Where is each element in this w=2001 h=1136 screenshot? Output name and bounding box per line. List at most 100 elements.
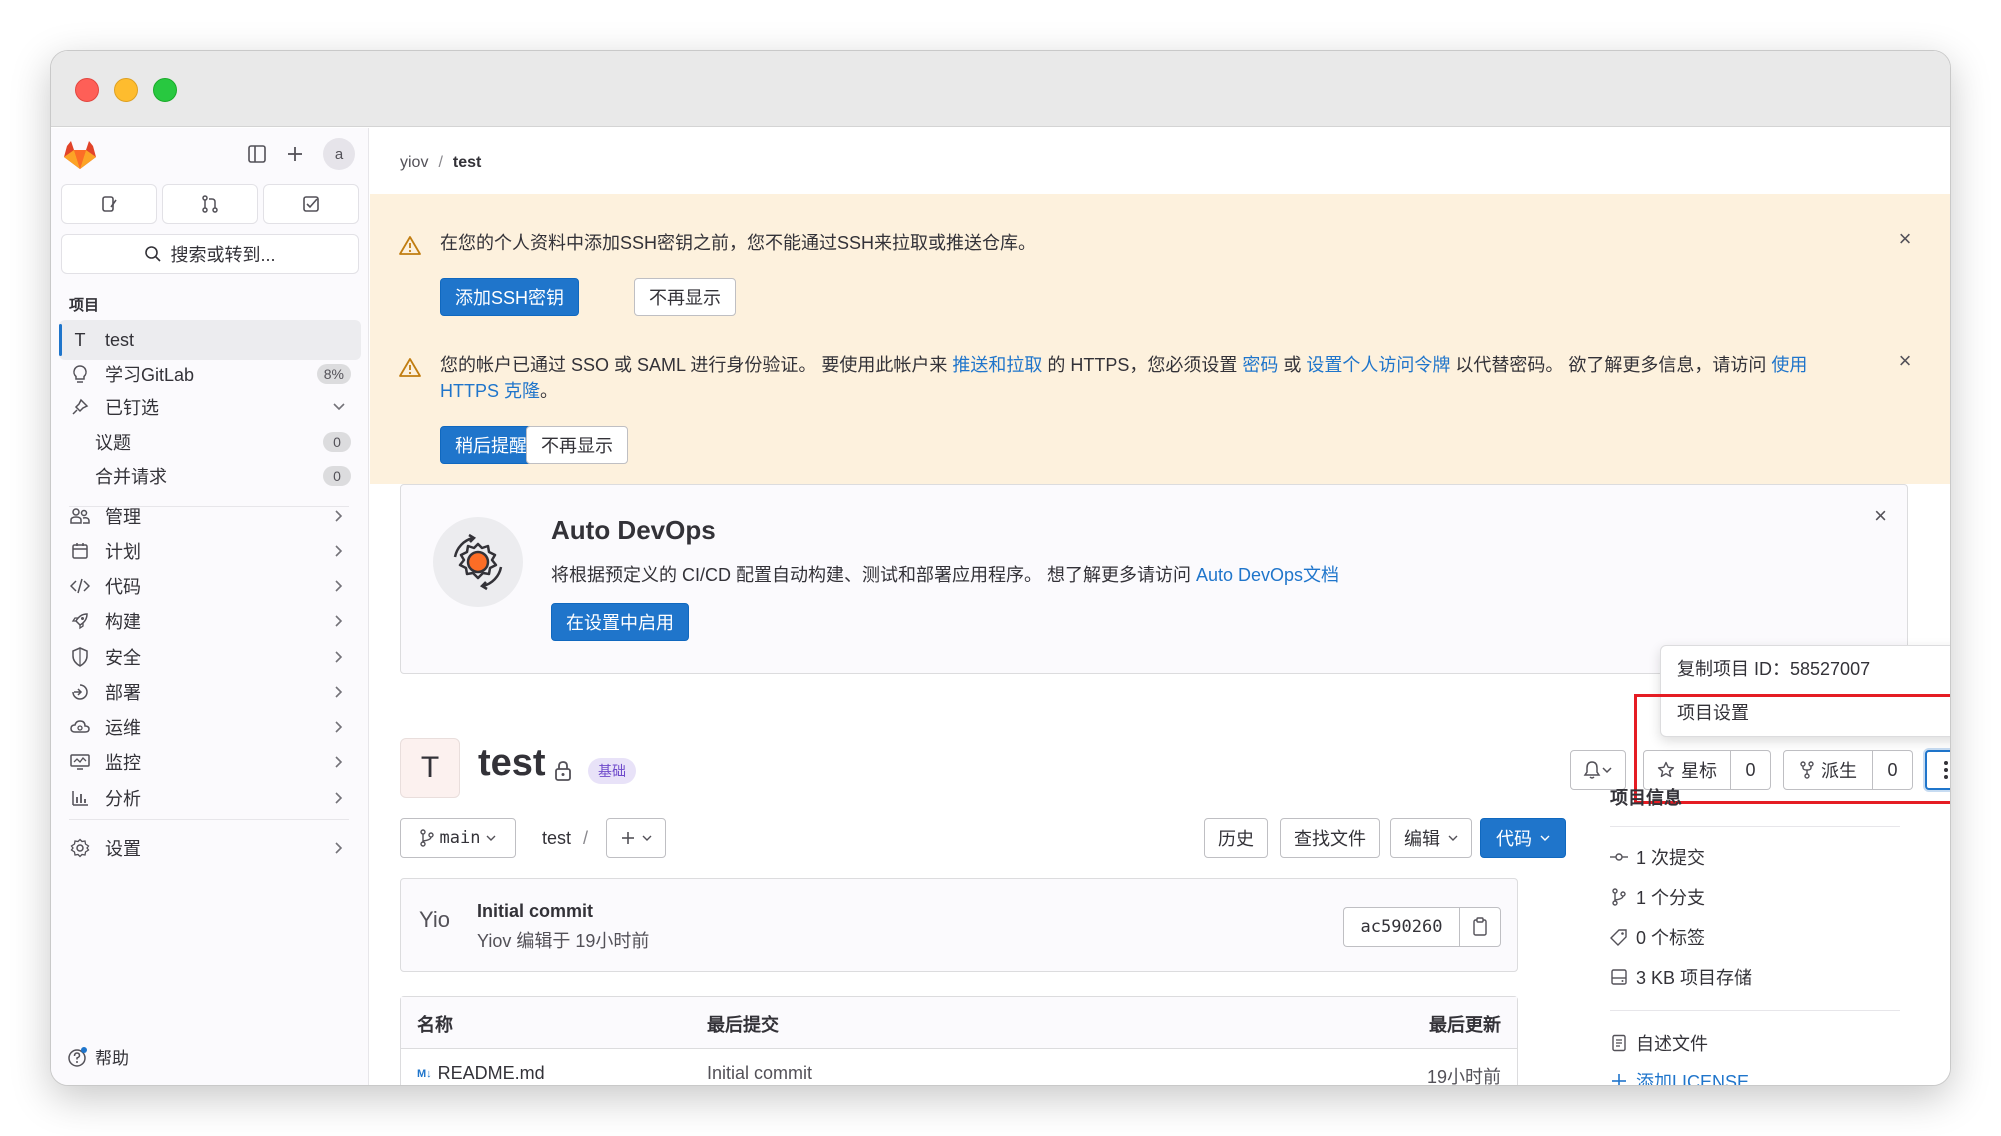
zoom-window-button[interactable] bbox=[153, 78, 177, 102]
help-icon bbox=[68, 1046, 87, 1067]
add-to-tree-dropdown[interactable] bbox=[606, 818, 666, 858]
commit-sha[interactable]: ac590260 bbox=[1343, 907, 1459, 947]
chevron-right-icon bbox=[331, 721, 347, 733]
commits-link[interactable]: 1 次提交 bbox=[1610, 844, 1705, 870]
devops-docs-link[interactable]: Auto DevOps文档 bbox=[1196, 565, 1339, 585]
branch-icon bbox=[419, 829, 434, 847]
sidebar-item-label: 合并请求 bbox=[95, 467, 167, 487]
storage-icon bbox=[1611, 969, 1627, 985]
storage-link[interactable]: 3 KB 项目存储 bbox=[1610, 964, 1752, 990]
help-label: 帮助 bbox=[95, 1049, 129, 1068]
sidebar-item-label: 安全 bbox=[105, 648, 141, 668]
file-last-commit[interactable]: Initial commit bbox=[707, 1063, 812, 1084]
code-dropdown[interactable]: 代码 bbox=[1480, 818, 1566, 858]
user-avatar[interactable]: a bbox=[323, 138, 355, 170]
todos-shortcut-button[interactable] bbox=[263, 184, 359, 224]
code-icon bbox=[69, 575, 91, 597]
edit-dropdown[interactable]: 编辑 bbox=[1390, 818, 1472, 858]
sidebar-item-merge-requests[interactable]: 合并请求 0 bbox=[59, 456, 361, 496]
close-icon[interactable]: × bbox=[1896, 228, 1914, 250]
storage-size: 3 KB 项目存储 bbox=[1636, 968, 1753, 988]
sidebar-item-label: 学习GitLab bbox=[105, 365, 195, 385]
sidebar-item-analyze[interactable]: 分析 bbox=[59, 778, 361, 818]
progress-badge: 8% bbox=[316, 364, 351, 384]
todo-icon bbox=[303, 196, 319, 212]
chevron-right-icon bbox=[331, 686, 347, 698]
breadcrumb-group-link[interactable]: yiov bbox=[400, 154, 428, 172]
browser-window: a 搜索或转到... 项目 T test 学习GitLab 8% 已钉选 议题 … bbox=[50, 50, 1951, 1086]
history-button[interactable]: 历史 bbox=[1204, 818, 1268, 858]
file-name[interactable]: README.md bbox=[438, 1063, 545, 1084]
sidebar-item-label: 构建 bbox=[105, 612, 141, 632]
branches-link[interactable]: 1 个分支 bbox=[1610, 884, 1705, 910]
sidebar-item-operate[interactable]: 运维 bbox=[59, 707, 361, 747]
search-label: 搜索或转到... bbox=[170, 245, 276, 265]
add-license-link[interactable]: 添加LICENSE bbox=[1610, 1068, 1749, 1085]
devops-description: 将根据预定义的 CI/CD 配置自动构建、测试和部署应用程序。 想了解更多请访问… bbox=[551, 561, 1339, 587]
push-pull-link[interactable]: 推送和拉取 bbox=[952, 355, 1042, 375]
sidebar-item-security[interactable]: 安全 bbox=[59, 637, 361, 677]
sidebar-item-plan[interactable]: 计划 bbox=[59, 531, 361, 571]
copy-project-id-item[interactable]: 复制项目 ID：58527007 bbox=[1661, 646, 1950, 690]
sidebar-item-pinned[interactable]: 已钉选 bbox=[59, 387, 361, 427]
code-label: 代码 bbox=[1496, 829, 1532, 849]
readme-link[interactable]: 自述文件 bbox=[1610, 1030, 1708, 1056]
sidebar-item-monitor[interactable]: 监控 bbox=[59, 742, 361, 782]
password-link[interactable]: 密码 bbox=[1242, 355, 1278, 375]
chevron-right-icon bbox=[331, 651, 347, 663]
project-title: test bbox=[478, 742, 546, 784]
project-avatar: T bbox=[400, 738, 460, 798]
breadcrumb: yiov / test bbox=[400, 154, 481, 172]
plus-icon[interactable] bbox=[279, 138, 311, 170]
commit-meta: Yiov 编辑于 19小时前 bbox=[477, 931, 650, 951]
sidebar-item-code[interactable]: 代码 bbox=[59, 566, 361, 606]
gitlab-logo-icon[interactable] bbox=[63, 138, 97, 170]
find-file-button[interactable]: 查找文件 bbox=[1280, 818, 1380, 858]
sidebar-item-deploy[interactable]: 部署 bbox=[59, 672, 361, 712]
sidebar: a 搜索或转到... 项目 T test 学习GitLab 8% 已钉选 议题 … bbox=[51, 128, 369, 1085]
close-icon[interactable]: × bbox=[1874, 503, 1887, 529]
help-button[interactable]: 帮助 bbox=[67, 1044, 129, 1069]
tag-icon bbox=[1610, 929, 1627, 946]
alert-message: 您的帐户已通过 SSO 或 SAML 进行身份验证。 要使用此帐户来 推送和拉取… bbox=[440, 352, 1860, 404]
dont-show-again-button[interactable]: 不再显示 bbox=[634, 278, 736, 316]
breadcrumb-project-link[interactable]: test bbox=[453, 154, 481, 172]
branch-selector[interactable]: main bbox=[400, 818, 516, 858]
dont-show-again-button[interactable]: 不再显示 bbox=[526, 426, 628, 464]
sidebar-item-label: 监控 bbox=[105, 753, 141, 773]
main-content: yiov / test 在您的个人资料中添加SSH密钥之前，您不能通过SSH来拉… bbox=[370, 128, 1950, 1085]
plus-icon bbox=[622, 832, 634, 844]
minimize-window-button[interactable] bbox=[114, 78, 138, 102]
monitor-icon bbox=[69, 751, 91, 773]
repo-path-link[interactable]: test bbox=[542, 828, 571, 849]
branch-icon bbox=[1612, 888, 1626, 906]
copy-sha-button[interactable] bbox=[1459, 907, 1501, 947]
close-icon[interactable]: × bbox=[1896, 350, 1914, 372]
lightbulb-icon bbox=[69, 363, 91, 385]
column-header-last-commit: 最后提交 bbox=[707, 1015, 779, 1035]
sidebar-toggle-icon[interactable] bbox=[241, 138, 273, 170]
search-button[interactable]: 搜索或转到... bbox=[61, 234, 359, 274]
chevron-down-icon bbox=[1540, 835, 1550, 841]
tags-link[interactable]: 0 个标签 bbox=[1610, 924, 1705, 950]
merge-requests-shortcut-button[interactable] bbox=[162, 184, 258, 224]
devops-gear-icon bbox=[433, 517, 523, 607]
clipboard-icon bbox=[1473, 917, 1487, 936]
branch-name: main bbox=[439, 828, 481, 848]
issues-shortcut-button[interactable] bbox=[61, 184, 157, 224]
table-row[interactable]: M↓ README.md bbox=[417, 1063, 545, 1084]
calendar-icon bbox=[69, 540, 91, 562]
add-ssh-key-button[interactable]: 添加SSH密钥 bbox=[440, 278, 580, 316]
chart-icon bbox=[69, 787, 91, 809]
chevron-down-icon bbox=[642, 835, 652, 841]
commit-title[interactable]: Initial commit bbox=[477, 901, 593, 922]
sidebar-item-settings[interactable]: 设置 bbox=[59, 828, 361, 868]
ssh-key-alert: 在您的个人资料中添加SSH密钥之前，您不能通过SSH来拉取或推送仓库。 × 添加… bbox=[370, 194, 1950, 318]
access-token-link[interactable]: 设置个人访问令牌 bbox=[1306, 355, 1450, 375]
issues-icon bbox=[102, 196, 117, 212]
sidebar-item-build[interactable]: 构建 bbox=[59, 601, 361, 641]
commit-author-avatar[interactable]: Yio bbox=[419, 907, 459, 947]
close-window-button[interactable] bbox=[75, 78, 99, 102]
enable-in-settings-button[interactable]: 在设置中启用 bbox=[551, 603, 689, 641]
sidebar-item-manage[interactable]: 管理 bbox=[59, 496, 361, 536]
